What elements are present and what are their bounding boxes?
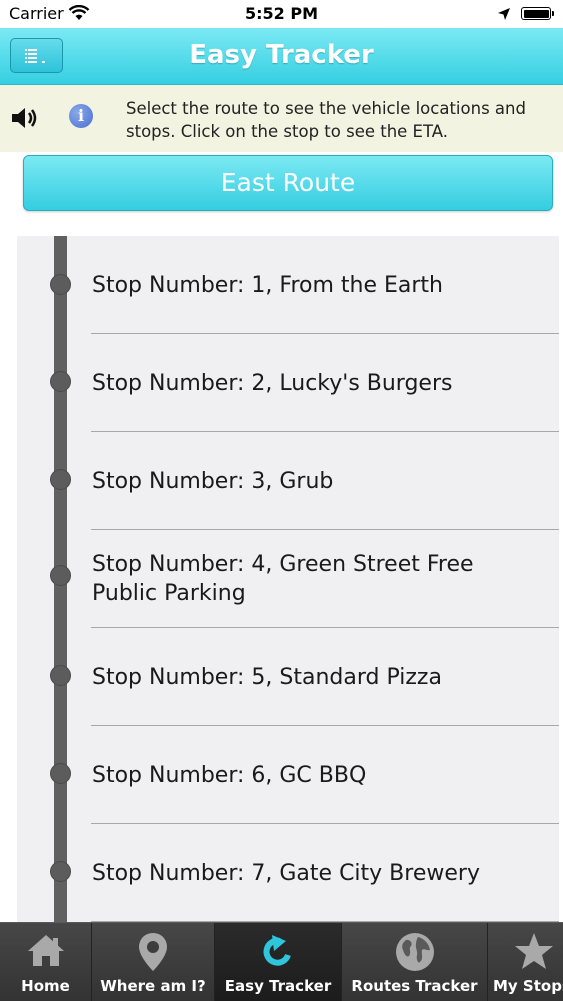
info-icon[interactable]: i [69, 104, 93, 128]
list-item[interactable]: Stop Number: 7, Gate City Brewery [17, 824, 559, 922]
tab-where-am-i[interactable]: Where am I? [92, 923, 215, 1001]
app-header: Easy Tracker [0, 28, 563, 85]
tab-home[interactable]: Home [0, 923, 92, 1001]
tab-bar: Home Where am I? Easy Tracker Routes Tra… [0, 922, 563, 1001]
list-item[interactable]: Stop Number: 3, Grub [17, 432, 559, 530]
battery-icon [521, 7, 554, 20]
stop-marker [50, 371, 71, 392]
status-time: 5:52 PM [244, 4, 318, 23]
location-pin-icon [92, 931, 214, 977]
stop-label: Stop Number: 4, Green Street Free Public… [92, 552, 474, 606]
tab-label: Home [21, 977, 70, 995]
tab-label: Where am I? [100, 977, 206, 995]
status-bar: Carrier 5:52 PM [0, 0, 563, 28]
page-title: Easy Tracker [189, 40, 374, 70]
tab-routes-tracker[interactable]: Routes Tracker [342, 923, 488, 1001]
tab-label: Easy Tracker [224, 977, 332, 995]
globe-icon [342, 931, 487, 977]
stop-label: Stop Number: 1, From the Earth [92, 273, 443, 298]
stop-marker [50, 274, 71, 295]
info-text: Select the route to see the vehicle loca… [126, 99, 526, 141]
stop-marker [50, 665, 71, 686]
list-item[interactable]: Stop Number: 6, GC BBQ [17, 726, 559, 824]
star-icon [496, 931, 563, 975]
list-item[interactable]: Stop Number: 1, From the Earth [17, 236, 559, 334]
stop-label: Stop Number: 7, Gate City Brewery [92, 861, 480, 886]
stop-marker [50, 469, 71, 490]
stop-label: Stop Number: 6, GC BBQ [92, 763, 367, 788]
speaker-icon[interactable] [10, 106, 40, 134]
list-item[interactable]: Stop Number: 2, Lucky's Burgers [17, 334, 559, 432]
list-item[interactable]: Stop Number: 4, Green Street Free Public… [17, 530, 559, 628]
tab-my-stops[interactable]: My Stops [488, 923, 563, 1001]
stop-label: Stop Number: 2, Lucky's Burgers [92, 371, 453, 396]
home-icon [0, 931, 91, 973]
tab-label: My Stops [493, 977, 563, 995]
list-item[interactable]: Stop Number: 5, Standard Pizza [17, 628, 559, 726]
stop-label: Stop Number: 3, Grub [92, 469, 334, 494]
tab-easy-tracker[interactable]: Easy Tracker [215, 923, 342, 1001]
stop-marker [50, 861, 71, 882]
stop-label: Stop Number: 5, Standard Pizza [92, 665, 442, 690]
route-button[interactable]: East Route [23, 155, 553, 211]
location-arrow-icon [497, 6, 511, 25]
refresh-arrow-icon [215, 931, 341, 975]
stop-marker [50, 763, 71, 784]
stop-marker [50, 565, 71, 586]
stops-list: Stop Number: 1, From the Earth Stop Numb… [17, 236, 559, 922]
tab-label: Routes Tracker [351, 977, 478, 995]
